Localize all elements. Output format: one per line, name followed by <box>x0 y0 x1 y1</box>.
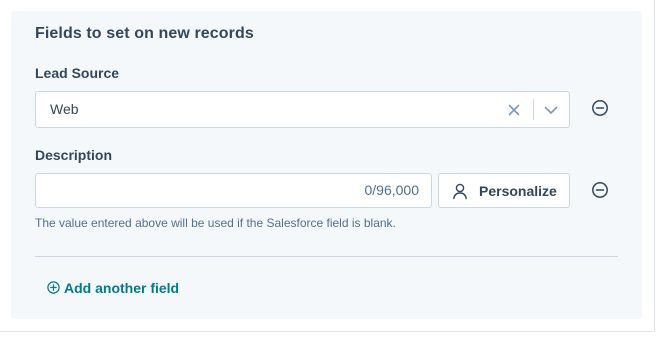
outer-border-bottom <box>0 331 655 332</box>
description-help-text: The value entered above will be used if … <box>35 216 396 230</box>
minus-circle-icon[interactable] <box>591 181 609 199</box>
chevron-down-icon[interactable] <box>543 102 559 118</box>
select-divider <box>533 99 534 120</box>
new-records-fields-panel: Fields to set on new records Lead Source… <box>11 11 642 319</box>
lead-source-select[interactable]: Web <box>35 91 570 128</box>
lead-source-selected-value: Web <box>50 101 79 117</box>
add-another-field-label: Add another field <box>64 280 180 296</box>
section-title: Fields to set on new records <box>35 25 254 42</box>
outer-border-right <box>654 0 655 332</box>
section-divider <box>35 256 618 257</box>
description-label: Description <box>35 147 113 163</box>
character-counter: 0/96,000 <box>364 182 420 198</box>
plus-circle-icon <box>47 281 60 294</box>
personalize-label: Personalize <box>479 183 557 199</box>
minus-circle-icon[interactable] <box>591 99 609 117</box>
personalize-button[interactable]: Personalize <box>438 173 570 208</box>
lead-source-label: Lead Source <box>35 65 120 81</box>
close-icon[interactable] <box>506 102 522 118</box>
description-input[interactable]: 0/96,000 <box>35 173 432 208</box>
person-icon <box>453 183 467 200</box>
